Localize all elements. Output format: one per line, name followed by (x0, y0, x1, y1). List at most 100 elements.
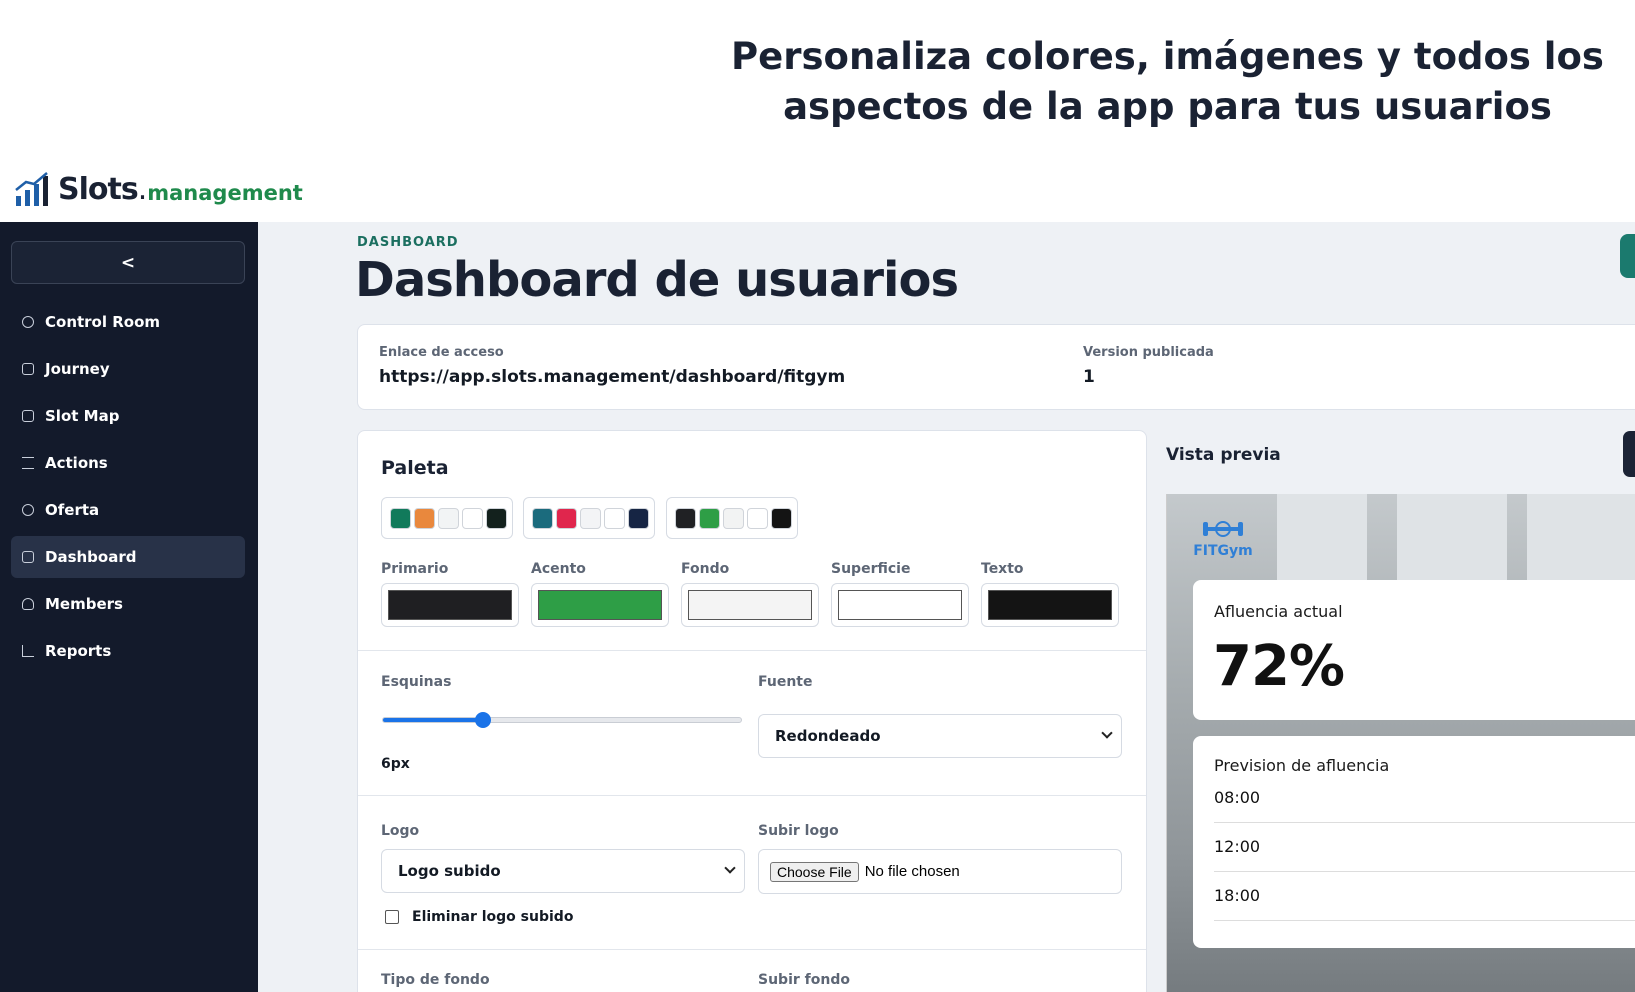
color-input-fondo[interactable] (681, 583, 819, 627)
logo-select[interactable]: Logo subido (381, 849, 745, 893)
swatch (580, 507, 601, 529)
color-label-texto: Texto (981, 561, 1024, 577)
swatch (747, 507, 768, 529)
choose-file-button[interactable]: Choose File (770, 861, 859, 882)
color-label-acento: Acento (531, 561, 586, 577)
version-label: Version publicada (1083, 345, 1214, 360)
divider (1214, 871, 1635, 872)
brand-suffix: management (147, 181, 303, 205)
bar-chart-logo-icon (15, 172, 48, 206)
font-select[interactable]: Redondeado (758, 714, 1122, 758)
no-file-text: No file chosen (864, 863, 960, 880)
swatch (438, 507, 459, 529)
swatch (699, 507, 720, 529)
brand-dot: . (137, 172, 148, 207)
occupancy-label: Afluencia actual (1214, 602, 1343, 621)
sidebar-item-dashboard[interactable]: Dashboard (11, 536, 245, 578)
swatch (462, 507, 483, 529)
swatch (628, 507, 649, 529)
sidebar-item-label: Members (45, 595, 123, 613)
upload-logo-label: Subir logo (758, 823, 839, 839)
hero-line-2: aspectos de la app para tus usuarios (783, 85, 1552, 128)
swatch (771, 507, 792, 529)
logo-file-input[interactable]: Choose File No file chosen (758, 849, 1122, 894)
sidebar-item-control-room[interactable]: Control Room (11, 301, 245, 343)
sidebar-item-members[interactable]: Members (11, 583, 245, 625)
color-input-texto[interactable] (981, 583, 1119, 627)
access-link-value[interactable]: https://app.slots.management/dashboard/f… (379, 367, 845, 387)
sidebar-item-label: Oferta (45, 501, 100, 519)
sidebar-collapse-button[interactable]: < (11, 241, 245, 284)
brand-logo[interactable]: Slots . management (14, 168, 303, 208)
remove-logo-checkbox[interactable] (385, 910, 399, 924)
sidebar-item-journey[interactable]: Journey (11, 348, 245, 390)
logo-selected: Logo subido (398, 862, 501, 880)
color-label-primario: Primario (381, 561, 449, 577)
color-label-superficie: Superficie (831, 561, 911, 577)
access-link-label: Enlace de acceso (379, 345, 504, 360)
page-eyebrow: DASHBOARD (357, 235, 459, 250)
slider-thumb[interactable] (475, 712, 492, 728)
version-value: 1 (1083, 367, 1095, 387)
swatch (675, 507, 696, 529)
access-card: Enlace de acceso https://app.slots.manag… (357, 324, 1635, 410)
fitgym-logo: FITGym (1193, 518, 1253, 562)
sidebar-item-label: Journey (45, 360, 110, 378)
page-title: Dashboard de usuarios (355, 252, 959, 308)
dashboard-icon (22, 551, 34, 563)
hero-line-1: Personaliza colores, imágenes y todos lo… (731, 35, 1604, 78)
dumbbell-icon (1203, 521, 1243, 537)
hero-heading: Personaliza colores, imágenes y todos lo… (700, 32, 1635, 132)
palette-preset-2[interactable] (523, 497, 655, 539)
sidebar-item-actions[interactable]: Actions (11, 442, 245, 484)
preview-toggle-button[interactable] (1623, 431, 1635, 477)
publish-button[interactable] (1620, 234, 1635, 278)
sidebar-item-oferta[interactable]: Oferta (11, 489, 245, 531)
gauge-icon (22, 316, 34, 328)
swatch (486, 507, 507, 529)
sidebar: < Control Room Journey Slot Map Actions … (0, 222, 258, 992)
background-type-label: Tipo de fondo (381, 972, 490, 988)
sidebar-item-reports[interactable]: Reports (11, 630, 245, 672)
sidebar-item-slot-map[interactable]: Slot Map (11, 395, 245, 437)
color-fill (538, 590, 662, 620)
brand-name: Slots (58, 172, 139, 207)
chart-icon (22, 645, 34, 657)
occupancy-value: 72% (1213, 634, 1345, 699)
corners-label: Esquinas (381, 674, 452, 690)
copyright-icon (22, 504, 34, 516)
occupancy-card: Afluencia actual 72% (1193, 580, 1635, 720)
divider (358, 795, 1146, 796)
app-preview: FITGym Afluencia actual 72% Prevision de… (1166, 494, 1635, 992)
sidebar-item-label: Control Room (45, 313, 161, 331)
checklist-icon (22, 457, 34, 469)
color-label-fondo: Fondo (681, 561, 730, 577)
swatch (414, 507, 435, 529)
corners-value: 6px (381, 756, 410, 772)
chevron-down-icon (1101, 727, 1113, 739)
color-fill (838, 590, 962, 620)
divider (1214, 920, 1635, 921)
sidebar-item-label: Actions (45, 454, 108, 472)
window-pane (1527, 494, 1635, 584)
swatch (390, 507, 411, 529)
corners-slider[interactable] (382, 712, 742, 728)
color-input-acento[interactable] (531, 583, 669, 627)
font-selected: Redondeado (775, 727, 881, 745)
swatch (604, 507, 625, 529)
font-label: Fuente (758, 674, 813, 690)
palette-card: Paleta Primario Acento Fondo Superficie … (357, 430, 1147, 992)
divider (358, 949, 1146, 950)
palette-preset-3[interactable] (666, 497, 798, 539)
forecast-time: 08:00 (1214, 788, 1261, 807)
color-input-primario[interactable] (381, 583, 519, 627)
forecast-time: 18:00 (1214, 886, 1261, 905)
palette-preset-1[interactable] (381, 497, 513, 539)
users-icon (22, 598, 34, 610)
remove-logo-row: Eliminar logo subido (385, 909, 573, 925)
color-fill (388, 590, 512, 620)
color-input-superficie[interactable] (831, 583, 969, 627)
window-pane (1277, 494, 1367, 584)
color-fill (688, 590, 812, 620)
slider-fill (383, 718, 484, 722)
